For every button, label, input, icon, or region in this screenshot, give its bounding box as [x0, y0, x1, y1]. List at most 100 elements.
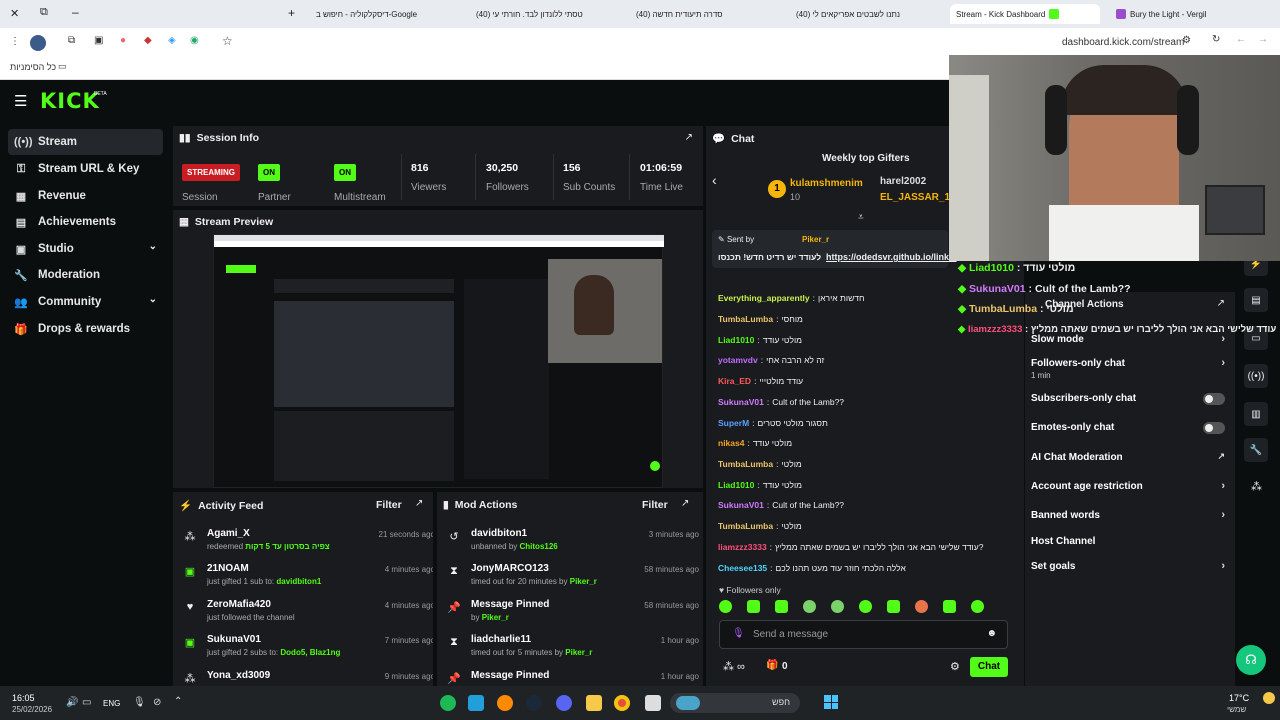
- discord-icon[interactable]: [556, 695, 572, 711]
- steam-icon[interactable]: [526, 695, 542, 711]
- chat-username[interactable]: Liad1010: [718, 335, 754, 345]
- chat-username[interactable]: TumbaLumba: [718, 459, 773, 469]
- site-settings-icon[interactable]: ⚙: [1182, 35, 1191, 46]
- emote-icon[interactable]: [971, 600, 984, 613]
- channel-points-icon[interactable]: ⁂ ∞: [723, 660, 745, 673]
- minimize-window-icon[interactable]: –: [72, 5, 79, 19]
- file-explorer-icon[interactable]: [586, 695, 602, 711]
- more-icon[interactable]: ⁂: [1251, 480, 1262, 493]
- menu-dots-icon[interactable]: ⋮: [10, 36, 20, 47]
- filter-button[interactable]: Filter: [376, 499, 402, 511]
- extension-icon[interactable]: ◆: [144, 35, 152, 46]
- action-set-goals[interactable]: Set goals ›: [1031, 560, 1225, 572]
- back-icon[interactable]: ←: [1236, 34, 1246, 45]
- chat-username[interactable]: Cheesee135: [718, 563, 767, 573]
- action-ai-moderation[interactable]: AI Chat Moderation ↗: [1031, 451, 1225, 463]
- volume-icon[interactable]: 🔊: [66, 697, 78, 708]
- chat-input[interactable]: 🎙 Send a message ☻: [719, 620, 1008, 649]
- extension-icon[interactable]: ◉: [190, 35, 199, 46]
- gifter-name[interactable]: EL_JASSAR_1: [880, 192, 950, 203]
- microphone-icon[interactable]: 🎙: [732, 628, 745, 639]
- clock-date[interactable]: 25/02/2026: [12, 705, 52, 714]
- mod-action-target[interactable]: Message Pinned: [471, 599, 549, 610]
- reload-icon[interactable]: ↻: [1212, 34, 1220, 45]
- chevron-up-icon[interactable]: ⌃: [174, 696, 182, 707]
- stream-preview-video[interactable]: [213, 234, 664, 488]
- tab-vergil[interactable]: Bury the Light - Vergil: [1110, 4, 1260, 24]
- sidebar-item-moderation[interactable]: 🔧 Moderation: [8, 262, 163, 288]
- activity-user[interactable]: ZeroMafia420: [207, 599, 271, 610]
- chat-username[interactable]: yotamvdv: [718, 355, 758, 365]
- action-banned-words[interactable]: Banned words ›: [1031, 509, 1225, 521]
- chat-username[interactable]: Liad1010: [718, 480, 754, 490]
- emote-icon[interactable]: [915, 600, 928, 613]
- tab-youtube-3[interactable]: (40) טסתי ללונדון לבד. חורתי עי: [470, 4, 620, 24]
- temperature[interactable]: 17°C: [1229, 693, 1249, 703]
- pinned-link[interactable]: https://odedsvr.github.io/links/: [826, 252, 957, 262]
- mod-action-target[interactable]: JonyMARCO123: [471, 563, 549, 574]
- send-chat-button[interactable]: Chat: [970, 657, 1008, 677]
- chat-username[interactable]: Kira_ED: [718, 376, 751, 386]
- close-window-icon[interactable]: ✕: [10, 7, 19, 20]
- scroll-down-icon[interactable]: ⩡: [858, 212, 864, 223]
- emote-icon[interactable]: [943, 600, 956, 613]
- tab-kick-dashboard[interactable]: Stream - Kick Dashboard: [950, 4, 1100, 24]
- document-icon[interactable]: ▤: [1244, 288, 1268, 312]
- clock-time[interactable]: 16:05: [12, 693, 35, 703]
- sidebar-item-stream-url-key[interactable]: ⚿ Stream URL & Key: [8, 156, 163, 182]
- filter-button[interactable]: Filter: [642, 499, 668, 511]
- monitor-icon[interactable]: ▭: [82, 697, 91, 708]
- restore-window-icon[interactable]: ⧉: [40, 6, 48, 19]
- spotify-icon[interactable]: [440, 695, 456, 711]
- chat-username[interactable]: SuperM: [718, 418, 749, 428]
- tab-google-search[interactable]: דיסקלקוליה - חיפוש ב-Google: [310, 4, 460, 24]
- telegram-icon[interactable]: [468, 695, 484, 711]
- pinned-user[interactable]: Piker_r: [802, 235, 829, 244]
- action-subscribers-only[interactable]: Subscribers-only chat: [1031, 393, 1225, 405]
- action-followers-only[interactable]: Followers-only chat ›: [1031, 357, 1225, 369]
- chat-username[interactable]: Everything_apparently: [718, 293, 810, 303]
- sidebar-item-drops-rewards[interactable]: 🎁 Drops & rewards: [8, 316, 163, 342]
- broadcast-icon[interactable]: ((•)): [1244, 364, 1268, 388]
- popout-icon[interactable]: ↗: [681, 498, 689, 509]
- language-indicator[interactable]: ENG: [103, 699, 120, 708]
- tab-youtube-1[interactable]: (40) נתנו לשבטים אפריקאים לי: [790, 4, 940, 24]
- gifter-name[interactable]: harel2002: [880, 176, 926, 187]
- extension-icon[interactable]: ⧉: [68, 35, 75, 46]
- emote-icon[interactable]: [775, 600, 788, 613]
- bookmark-star-icon[interactable]: ☆: [222, 34, 233, 48]
- action-slow-mode[interactable]: Slow mode ›: [1031, 333, 1225, 345]
- emote-icon[interactable]: [747, 600, 760, 613]
- layers-icon[interactable]: ▥: [1244, 402, 1268, 426]
- tab-youtube-2[interactable]: (40) סדרה תיעודית חדשה: [630, 4, 780, 24]
- popout-icon[interactable]: ↗: [1217, 298, 1225, 309]
- activity-user[interactable]: 21NOAM: [207, 563, 249, 574]
- emote-icon[interactable]: [803, 600, 816, 613]
- popout-icon[interactable]: ↗: [415, 498, 423, 509]
- wrench-icon[interactable]: 🔧: [1244, 438, 1268, 462]
- chevron-left-icon[interactable]: ‹: [712, 172, 717, 188]
- subscribers-only-toggle[interactable]: [1203, 393, 1225, 405]
- help-headset-icon[interactable]: ☊: [1236, 645, 1266, 675]
- chat-username[interactable]: nikas4: [718, 438, 744, 448]
- weather-text[interactable]: שמשי: [1227, 705, 1246, 714]
- new-tab-icon[interactable]: +: [288, 6, 295, 20]
- extension-icon[interactable]: ▣: [94, 35, 103, 46]
- chat-username[interactable]: SukunaV01: [718, 500, 764, 510]
- app-icon[interactable]: [497, 695, 513, 711]
- forward-icon[interactable]: →: [1258, 34, 1268, 45]
- emotes-only-toggle[interactable]: [1203, 422, 1225, 434]
- profile-avatar[interactable]: [30, 35, 46, 51]
- chat-settings-icon[interactable]: ⚙: [950, 660, 960, 673]
- mod-action-target[interactable]: Message Pinned: [471, 670, 549, 681]
- kick-logo[interactable]: KICK: [40, 89, 100, 113]
- chevron-down-icon[interactable]: ⌄: [149, 241, 157, 252]
- network-off-icon[interactable]: ⊘: [153, 697, 161, 708]
- emote-icon[interactable]: [719, 600, 732, 613]
- windows-start-icon[interactable]: [824, 695, 838, 709]
- sidebar-item-community[interactable]: 👥 Community ⌄: [8, 289, 163, 315]
- chat-username[interactable]: liamzzz3333: [718, 542, 767, 552]
- activity-user[interactable]: Agami_X: [207, 528, 250, 539]
- emote-icon[interactable]: [887, 600, 900, 613]
- taskbar-search[interactable]: חפש: [670, 693, 800, 713]
